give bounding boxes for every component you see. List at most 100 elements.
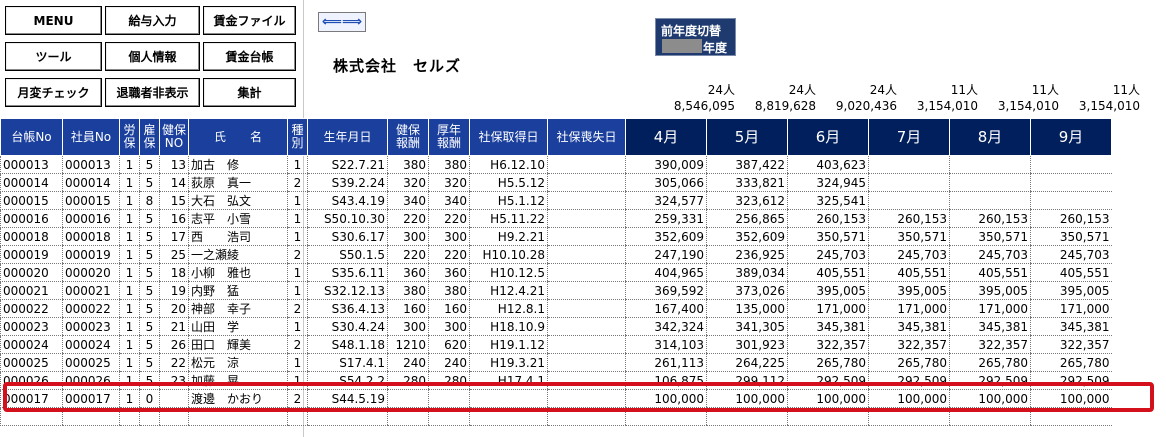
cell-month-5[interactable]: 236,925 bbox=[706, 245, 788, 264]
cell-month-7[interactable] bbox=[868, 155, 950, 174]
cell-birthdate[interactable]: S30.6.17 bbox=[307, 227, 388, 246]
table-row[interactable]: 000016 000016 1 5 16 志平 小雪 1 S50.10.30 220 220 H5.… bbox=[0, 209, 1112, 228]
cell-month-5[interactable]: 301,923 bbox=[706, 335, 788, 354]
cell-birthdate[interactable]: S35.6.11 bbox=[307, 263, 388, 282]
cell-daicho-no[interactable]: 000023 bbox=[0, 317, 63, 336]
cell-month-8[interactable]: 260,153 bbox=[949, 209, 1031, 228]
cell-month-6[interactable]: 345,381 bbox=[787, 317, 869, 336]
cell-month-9[interactable]: 100,000 bbox=[1030, 389, 1112, 408]
cell-month-9[interactable] bbox=[1030, 155, 1112, 174]
cell-month-7[interactable]: 260,153 bbox=[868, 209, 950, 228]
cell-kenpo-hoshu[interactable]: 240 bbox=[387, 353, 429, 372]
cell-birthdate[interactable]: S36.4.13 bbox=[307, 299, 388, 318]
cell-shubetsu[interactable]: 2 bbox=[287, 335, 308, 354]
cell-koho[interactable]: 5 bbox=[139, 353, 160, 372]
cell-kenpo-no[interactable]: 19 bbox=[159, 281, 189, 300]
cell-rouho[interactable]: 1 bbox=[119, 155, 140, 174]
cell-month-5[interactable]: 387,422 bbox=[706, 155, 788, 174]
cell-month-6[interactable]: 265,780 bbox=[787, 353, 869, 372]
cell-month-9[interactable] bbox=[1030, 173, 1112, 192]
cell-month-4[interactable] bbox=[625, 407, 707, 426]
cell-month-7[interactable]: 245,703 bbox=[868, 245, 950, 264]
cell-shubetsu[interactable]: 2 bbox=[287, 245, 308, 264]
cell-shain-no[interactable]: 000024 bbox=[62, 335, 120, 354]
cell-shain-no[interactable]: 000019 bbox=[62, 245, 120, 264]
cell-daicho-no[interactable] bbox=[0, 407, 63, 426]
table-row[interactable]: 000014 000014 1 5 14 荻原 真一 2 S39.2.24 320 320 H5.5… bbox=[0, 173, 1112, 192]
cell-kounen-hoshu[interactable]: 620 bbox=[428, 335, 470, 354]
cell-month-4[interactable]: 247,190 bbox=[625, 245, 707, 264]
cell-rouho[interactable]: 1 bbox=[119, 389, 140, 408]
cell-birthdate[interactable]: S39.2.24 bbox=[307, 173, 388, 192]
cell-month-6[interactable]: 260,153 bbox=[787, 209, 869, 228]
cell-name[interactable]: 荻原 真一 bbox=[188, 173, 288, 192]
cell-birthdate[interactable]: S17.4.1 bbox=[307, 353, 388, 372]
cell-daicho-no[interactable]: 000014 bbox=[0, 173, 63, 192]
cell-kenpo-hoshu[interactable]: 320 bbox=[387, 173, 429, 192]
kyuyo-input-button[interactable]: 給与入力 bbox=[105, 6, 200, 35]
cell-kenpo-no[interactable]: 18 bbox=[159, 263, 189, 282]
cell-rouho[interactable]: 1 bbox=[119, 299, 140, 318]
cell-month-6[interactable]: 405,551 bbox=[787, 263, 869, 282]
cell-month-7[interactable]: 100,000 bbox=[868, 389, 950, 408]
cell-month-6[interactable]: 403,623 bbox=[787, 155, 869, 174]
cell-shaho-soushitsu[interactable] bbox=[547, 263, 626, 282]
cell-month-5[interactable]: 256,865 bbox=[706, 209, 788, 228]
cell-month-9[interactable]: 171,000 bbox=[1030, 299, 1112, 318]
cell-rouho[interactable]: 1 bbox=[119, 263, 140, 282]
table-row[interactable]: 000018 000018 1 5 17 西 浩司 1 S30.6.17 300 300 H9.2.… bbox=[0, 227, 1112, 246]
cell-month-9[interactable]: 260,153 bbox=[1030, 209, 1112, 228]
cell-shain-no[interactable]: 000015 bbox=[62, 191, 120, 210]
cell-shain-no[interactable]: 000022 bbox=[62, 299, 120, 318]
shukei-button[interactable]: 集計 bbox=[203, 78, 296, 107]
cell-month-4[interactable]: 261,113 bbox=[625, 353, 707, 372]
cell-month-8[interactable]: 100,000 bbox=[949, 389, 1031, 408]
cell-month-5[interactable] bbox=[706, 407, 788, 426]
cell-kenpo-hoshu[interactable]: 220 bbox=[387, 209, 429, 228]
cell-month-8[interactable]: 395,005 bbox=[949, 281, 1031, 300]
cell-month-5[interactable]: 333,821 bbox=[706, 173, 788, 192]
cell-daicho-no[interactable]: 000016 bbox=[0, 209, 63, 228]
cell-name[interactable]: 内野 猛 bbox=[188, 281, 288, 300]
cell-shain-no[interactable] bbox=[62, 407, 120, 426]
cell-month-9[interactable] bbox=[1030, 407, 1112, 426]
cell-kenpo-hoshu[interactable]: 1210 bbox=[387, 335, 429, 354]
cell-rouho[interactable]: 1 bbox=[119, 209, 140, 228]
table-row[interactable]: 000017 000017 1 0 渡邊 かおり 2 S44.5.19 100,000 100,… bbox=[0, 389, 1112, 408]
cell-month-5[interactable]: 264,225 bbox=[706, 353, 788, 372]
cell-shaho-shutoku[interactable]: H10.12.5 bbox=[469, 263, 548, 282]
cell-shaho-soushitsu[interactable] bbox=[547, 155, 626, 174]
cell-rouho[interactable]: 1 bbox=[119, 245, 140, 264]
cell-month-4[interactable]: 404,965 bbox=[625, 263, 707, 282]
table-row[interactable]: 000013 000013 1 5 13 加古 修 1 S22.7.21 380 380 H6.12… bbox=[0, 155, 1112, 174]
cell-daicho-no[interactable]: 000022 bbox=[0, 299, 63, 318]
cell-name[interactable] bbox=[188, 407, 288, 426]
cell-month-8[interactable]: 292,509 bbox=[949, 371, 1031, 390]
cell-month-7[interactable]: 292,509 bbox=[868, 371, 950, 390]
cell-koho[interactable]: 5 bbox=[139, 245, 160, 264]
table-row[interactable]: 000025 000025 1 5 22 松元 涼 1 S17.4.1 240 240 H19.3.… bbox=[0, 353, 1112, 372]
cell-shaho-shutoku[interactable] bbox=[469, 407, 548, 426]
cell-month-9[interactable]: 395,005 bbox=[1030, 281, 1112, 300]
cell-month-5[interactable]: 323,612 bbox=[706, 191, 788, 210]
cell-month-7[interactable]: 395,005 bbox=[868, 281, 950, 300]
cell-kenpo-no[interactable]: 13 bbox=[159, 155, 189, 174]
cell-shaho-shutoku[interactable]: H17.4.1 bbox=[469, 371, 548, 390]
cell-month-6[interactable]: 245,703 bbox=[787, 245, 869, 264]
cell-rouho[interactable]: 1 bbox=[119, 371, 140, 390]
cell-month-4[interactable]: 305,066 bbox=[625, 173, 707, 192]
cell-birthdate[interactable]: S48.1.18 bbox=[307, 335, 388, 354]
cell-month-9[interactable]: 405,551 bbox=[1030, 263, 1112, 282]
cell-month-4[interactable]: 106,875 bbox=[625, 371, 707, 390]
cell-kounen-hoshu[interactable]: 240 bbox=[428, 353, 470, 372]
cell-month-5[interactable]: 373,026 bbox=[706, 281, 788, 300]
cell-shubetsu[interactable]: 1 bbox=[287, 353, 308, 372]
cell-shaho-soushitsu[interactable] bbox=[547, 227, 626, 246]
cell-koho[interactable]: 5 bbox=[139, 155, 160, 174]
cell-month-9[interactable]: 245,703 bbox=[1030, 245, 1112, 264]
cell-month-9[interactable]: 292,509 bbox=[1030, 371, 1112, 390]
cell-month-5[interactable]: 100,000 bbox=[706, 389, 788, 408]
cell-birthdate[interactable]: S32.12.13 bbox=[307, 281, 388, 300]
cell-kenpo-hoshu[interactable]: 300 bbox=[387, 317, 429, 336]
cell-shain-no[interactable]: 000023 bbox=[62, 317, 120, 336]
